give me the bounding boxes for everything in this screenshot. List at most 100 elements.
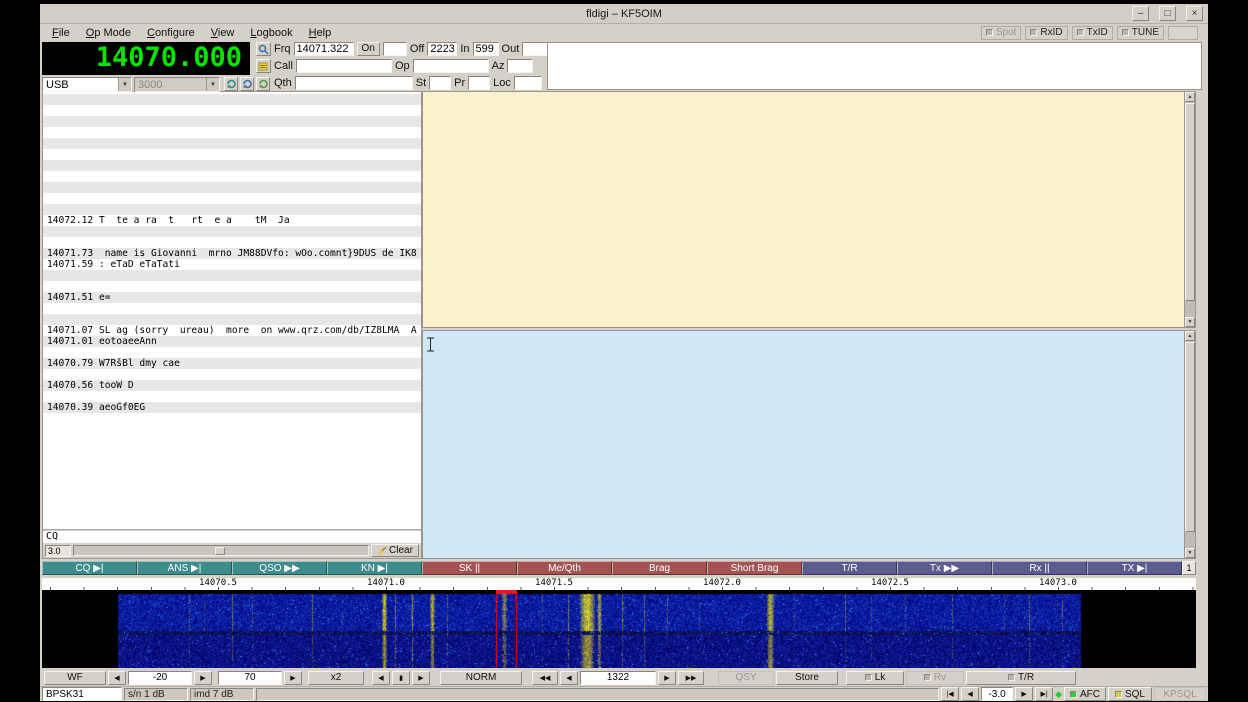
browser-line[interactable]: 14071.01 eotoaeeAnn	[47, 336, 157, 347]
scroll-up-icon[interactable]: ▲	[1185, 331, 1195, 341]
rx-scrollbar[interactable]: ▲ ▼	[1184, 92, 1195, 327]
macro-button-tx[interactable]: TX ▶|	[1087, 561, 1182, 575]
tx-scrollbar[interactable]: ▲ ▼	[1184, 331, 1195, 558]
rx-text[interactable]	[423, 92, 1184, 327]
macro-button-t-r[interactable]: T/R	[802, 561, 897, 575]
qth-input[interactable]	[295, 76, 413, 90]
bandwidth-select[interactable]: 3000 ▼	[134, 77, 220, 92]
scroll-up-icon[interactable]: ▲	[1185, 92, 1195, 102]
macro-button-me-qth[interactable]: Me/Qth	[517, 561, 612, 575]
minimize-button[interactable]: –	[1132, 6, 1149, 21]
mode-prev-button[interactable]: ◀	[961, 687, 979, 701]
browser-line[interactable]: 14071.51 e=	[47, 292, 111, 303]
browser-line[interactable]: 14070.56 tooW D	[47, 380, 134, 391]
close-button[interactable]: ×	[1186, 6, 1203, 21]
macro-button-short-brag[interactable]: Short Brag	[707, 561, 802, 575]
freq-memory-button-3[interactable]	[256, 77, 270, 91]
browser-line[interactable]: 14071.73 name is Giovanni mrno JM88DVfo:…	[47, 248, 417, 259]
sql-toggle[interactable]: SQL	[1108, 687, 1152, 701]
qsy-button[interactable]: QSY	[718, 671, 774, 685]
toggle-spot[interactable]: Spot	[981, 26, 1022, 40]
time-off-input[interactable]	[427, 42, 457, 56]
pr-input[interactable]	[468, 76, 490, 90]
mode-first-button[interactable]: |◀	[941, 687, 959, 701]
macro-button-ans[interactable]: ANS ▶|	[137, 561, 232, 575]
squelch-slider-handle[interactable]	[215, 547, 225, 555]
signal-range-value[interactable]: 70	[218, 671, 282, 685]
wf-mode-button[interactable]: WF	[44, 671, 106, 685]
signal-range-increase-button[interactable]: ▶	[284, 671, 302, 685]
browser-line[interactable]: 14071.07 SL ag (sorry ureau) more on www…	[47, 325, 417, 336]
sideband-select[interactable]: USB ▼	[42, 77, 132, 92]
frq-input[interactable]	[294, 42, 354, 56]
mode-last-button[interactable]: ▶|	[1035, 687, 1053, 701]
macro-button-tx[interactable]: Tx ▶▶	[897, 561, 992, 575]
menu-op-mode[interactable]: Op Mode	[86, 27, 131, 39]
slew-left-button[interactable]: ◀	[372, 671, 390, 685]
frequency-display[interactable]: 14070.000	[42, 42, 250, 75]
rx-scroll-thumb[interactable]	[1185, 103, 1195, 301]
mode-next-button[interactable]: ▶	[1015, 687, 1033, 701]
upper-level-increase-button[interactable]: ▶	[194, 671, 212, 685]
waterfall-canvas[interactable]	[42, 590, 1196, 668]
slew-right-button[interactable]: ▶	[412, 671, 430, 685]
rst-in-input[interactable]	[473, 42, 499, 56]
macro-button-sk[interactable]: SK ||	[422, 561, 517, 575]
time-on-button[interactable]: On	[357, 42, 380, 56]
rx-scroll-track[interactable]	[1185, 102, 1195, 317]
menu-configure[interactable]: Configure	[147, 27, 195, 39]
browser-line[interactable]: 14070.79 W7RšBl dmy cae	[47, 358, 180, 369]
norm-button[interactable]: NORM	[440, 671, 522, 685]
menu-help[interactable]: Help	[309, 27, 332, 39]
toggle-rxid[interactable]: RxID	[1025, 26, 1067, 40]
mode-selector[interactable]: BPSK31	[42, 687, 122, 701]
carrier-fast-left-button[interactable]: ◀◀	[532, 671, 558, 685]
menu-view[interactable]: View	[211, 27, 235, 39]
restore-button[interactable]: □	[1159, 6, 1176, 21]
freq-scale[interactable]: 14070.514071.014071.514072.014072.514073…	[42, 578, 1196, 590]
store-button[interactable]: Store	[776, 671, 838, 685]
freq-memory-button-2[interactable]	[240, 77, 254, 91]
toggle-txid[interactable]: TxID	[1072, 26, 1113, 40]
rx-text-panel[interactable]: ▲ ▼	[422, 91, 1196, 328]
browser-line[interactable]: 14070.39 aeoGf0EG	[47, 402, 145, 413]
rst-out-input[interactable]	[522, 42, 548, 56]
tx-scroll-track[interactable]	[1185, 341, 1195, 548]
tx-text[interactable]	[423, 331, 1184, 558]
zoom-button[interactable]: x2	[308, 671, 364, 685]
toggle-tune[interactable]: TUNE	[1117, 26, 1164, 40]
carrier-step-right-button[interactable]: ▶	[658, 671, 676, 685]
afc-toggle[interactable]: AFC	[1064, 687, 1106, 701]
clear-browser-button[interactable]: Clear	[371, 544, 419, 557]
kpsql-toggle[interactable]: KPSQL	[1154, 687, 1206, 701]
macro-set-button[interactable]: 1	[1182, 561, 1196, 575]
macro-button-kn[interactable]: KN ▶|	[327, 561, 422, 575]
st-input[interactable]	[429, 76, 451, 90]
browser-line[interactable]: 14071.59 : eTaD eTaTati	[47, 259, 180, 270]
call-input[interactable]	[296, 59, 392, 73]
macro-button-cq[interactable]: CQ ▶|	[42, 561, 137, 575]
macro-button-brag[interactable]: Brag	[612, 561, 707, 575]
macro-button-rx[interactable]: Rx ||	[992, 561, 1087, 575]
scroll-down-icon[interactable]: ▼	[1185, 317, 1195, 327]
carrier-frequency-value[interactable]: 1322	[580, 671, 656, 685]
log-notes-area[interactable]	[547, 42, 1202, 90]
carrier-fast-right-button[interactable]: ▶▶	[678, 671, 704, 685]
tx-level-value[interactable]: -3.0	[981, 687, 1013, 701]
tr-toggle[interactable]: T/R	[966, 671, 1076, 685]
reverse-toggle[interactable]: Rv	[906, 671, 964, 685]
signal-browser[interactable]: 14072.12 T te a ra t rt e a tM Ja14071.7…	[43, 92, 421, 530]
center-waterfall-button[interactable]: ▮	[392, 671, 410, 685]
time-on-input[interactable]	[383, 42, 407, 56]
upper-level-value[interactable]: -20	[128, 671, 192, 685]
scroll-down-icon[interactable]: ▼	[1185, 548, 1195, 558]
tx-scroll-thumb[interactable]	[1185, 342, 1195, 532]
loc-input[interactable]	[514, 76, 542, 90]
menu-logbook[interactable]: Logbook	[250, 27, 292, 39]
freq-memory-button-1[interactable]	[224, 77, 238, 91]
macro-button-qso[interactable]: QSO ▶▶	[232, 561, 327, 575]
carrier-step-left-button[interactable]: ◀	[560, 671, 578, 685]
op-input[interactable]	[413, 59, 489, 73]
squelch-slider[interactable]	[73, 545, 369, 556]
lock-carrier-toggle[interactable]: Lk	[846, 671, 904, 685]
